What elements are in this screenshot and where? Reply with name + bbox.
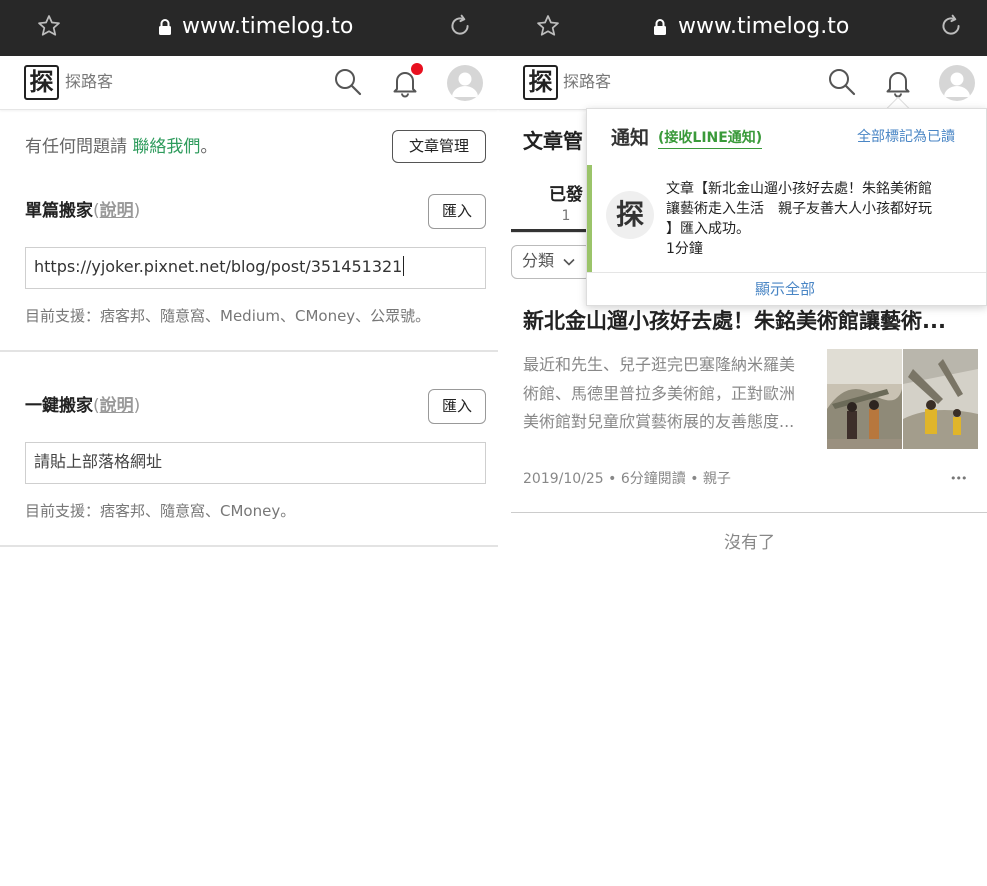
url-text[interactable]: www.timelog.to <box>182 13 353 41</box>
single-url-value: https://yjoker.pixnet.net/blog/post/3514… <box>34 257 403 276</box>
section-divider <box>0 545 498 547</box>
single-import-button[interactable]: 匯入 <box>428 194 486 229</box>
article-meta: 2019/10/25 • 6分鐘閱讀 • 親子 <box>523 471 731 487</box>
article-title[interactable]: 新北金山遛小孩好去處！朱銘美術館讓藝術... <box>523 307 946 335</box>
tab-published-label: 已發 <box>549 185 583 205</box>
section-divider <box>0 350 498 352</box>
notification-title: 通知 <box>611 127 650 149</box>
contact-link[interactable]: 聯絡我們 <box>132 137 200 157</box>
notification-line: 文章【新北金山遛小孩好去處！朱銘美術館 <box>666 181 932 197</box>
article-excerpt: 最近和先生、兒子逛完巴塞隆納米羅美 術館、馬德里普拉多美術館，正對歐洲 美術館對… <box>523 351 823 437</box>
single-support-text: 目前支援：痞客邦、隨意窩、Medium、CMoney、公眾號。 <box>25 307 431 325</box>
show-all-link[interactable]: 顯示全部 <box>755 279 815 299</box>
article-divider <box>511 512 987 513</box>
blog-url-input[interactable]: 請貼上部落格網址 <box>25 442 486 484</box>
tab-published[interactable]: 已發 1 <box>546 184 586 226</box>
right-screen: www.timelog.to 探 探路客 文章管 已發 1 分類 新北金山遛小孩… <box>498 0 987 886</box>
one-click-import-button[interactable]: 匯入 <box>428 389 486 424</box>
notification-message: 文章【新北金山遛小孩好去處！朱銘美術館 讓藝術走入生活 親子友善大人小孩都好玩 … <box>666 179 932 259</box>
notification-line: 讓藝術走入生活 親子友善大人小孩都好玩 <box>666 201 932 217</box>
popup-footer-divider <box>587 272 986 273</box>
single-move-title: 單篇搬家 <box>25 201 93 221</box>
app-header: 探 探路客 <box>0 56 498 110</box>
logo[interactable]: 探 <box>523 65 558 100</box>
reload-icon[interactable] <box>447 13 473 39</box>
text-cursor <box>403 256 405 276</box>
notification-popup: 通知 (接收LINE通知) 全部標記為已讀 探 文章【新北金山遛小孩好去處！朱銘… <box>586 108 987 306</box>
browser-toolbar: www.timelog.to <box>498 0 987 56</box>
one-click-move-title-row: 一鍵搬家(說明) <box>25 395 140 417</box>
notification-time: 1分鐘 <box>666 241 703 257</box>
category-dropdown[interactable]: 分類 <box>511 245 591 279</box>
bell-icon[interactable] <box>882 66 914 98</box>
contact-prefix: 有任何問題請 <box>25 137 127 157</box>
browser-toolbar: www.timelog.to <box>0 0 498 56</box>
notification-item[interactable]: 探 文章【新北金山遛小孩好去處！朱銘美術館 讓藝術走入生活 親子友善大人小孩都好… <box>587 165 986 272</box>
left-screen: www.timelog.to 探 探路客 有任何問題請 聯絡我們。 文章管理 單… <box>0 0 498 886</box>
search-icon[interactable] <box>332 66 364 98</box>
app-header: 探 探路客 <box>498 56 987 110</box>
star-icon[interactable] <box>36 13 62 39</box>
one-click-support-text: 目前支援：痞客邦、隨意窩、CMoney。 <box>25 502 296 520</box>
help-paren-close: ) <box>133 396 141 416</box>
tab-published-count: 1 <box>561 208 571 224</box>
single-url-input[interactable]: https://yjoker.pixnet.net/blog/post/3514… <box>25 247 486 289</box>
star-icon[interactable] <box>535 13 561 39</box>
no-more-text: 沒有了 <box>724 533 775 553</box>
one-click-move-title: 一鍵搬家 <box>25 396 93 416</box>
excerpt-line: 最近和先生、兒子逛完巴塞隆納米羅美 <box>523 355 796 374</box>
help-paren-open: ( <box>93 396 100 416</box>
user-avatar-icon[interactable] <box>447 65 483 101</box>
line-notify-link[interactable]: (接收LINE通知) <box>658 128 763 149</box>
notification-avatar: 探 <box>606 191 654 239</box>
user-avatar-icon[interactable] <box>939 65 975 101</box>
logo[interactable]: 探 <box>24 65 59 100</box>
page-title: 文章管 <box>523 129 583 153</box>
single-move-title-row: 單篇搬家(說明) <box>25 200 140 222</box>
blog-url-placeholder: 請貼上部落格網址 <box>34 452 163 471</box>
excerpt-line: 術館、馬德里普拉多美術館，正對歐洲 <box>523 383 796 403</box>
notification-badge <box>411 63 423 75</box>
mark-all-read-link[interactable]: 全部標記為已讀 <box>857 127 955 147</box>
contact-line: 有任何問題請 聯絡我們。 <box>25 136 217 158</box>
category-label: 分類 <box>522 251 555 270</box>
manage-articles-button[interactable]: 文章管理 <box>392 130 486 163</box>
help-paren-open: ( <box>93 201 100 221</box>
single-move-help-link[interactable]: 說明 <box>100 201 134 221</box>
lock-icon <box>159 19 171 35</box>
brand-name[interactable]: 探路客 <box>65 71 113 93</box>
help-paren-close: ) <box>133 201 141 221</box>
more-options-icon[interactable]: ••• <box>950 470 967 488</box>
article-thumbnail-1[interactable] <box>827 349 902 449</box>
notification-line: 】匯入成功。 <box>666 221 750 237</box>
url-text[interactable]: www.timelog.to <box>678 13 849 41</box>
search-icon[interactable] <box>826 66 858 98</box>
lock-icon <box>654 19 666 35</box>
article-thumbnail-2[interactable] <box>903 349 978 449</box>
chevron-down-icon <box>563 258 575 266</box>
reload-icon[interactable] <box>938 13 964 39</box>
one-click-help-link[interactable]: 說明 <box>100 396 134 416</box>
brand-name[interactable]: 探路客 <box>563 71 611 93</box>
contact-suffix: 。 <box>200 137 218 157</box>
excerpt-line: 美術館對兒童欣賞藝術展的友善態度... <box>523 412 795 431</box>
